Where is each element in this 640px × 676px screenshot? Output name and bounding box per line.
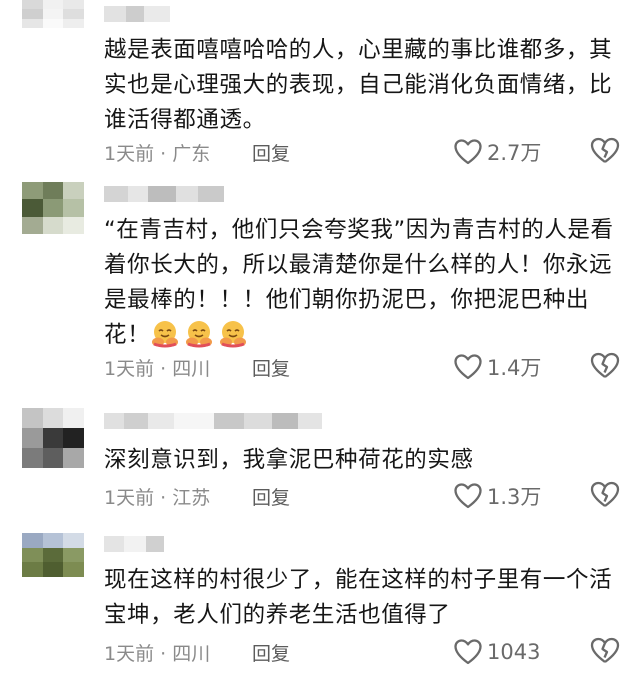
comment-time-location: 1天前 · 江苏 [104,486,211,509]
like-button[interactable]: 1.4万 [454,352,541,382]
like-count: 1.4万 [487,356,542,380]
comment-text: 现在这样的村很少了，能在这样的村子里有一个活宝坤，老人们的养老生活也值得了 [104,567,613,628]
comment-meta: 1天前 · 广东 回复 2.7万 [104,137,620,167]
comment-text: 越是表面嘻嘻哈哈的人，心里藏的事比谁都多，其实也是心理强大的表现，自己能消化负面… [104,37,613,133]
comment-text: 深刻意识到，我拿泥巴种荷花的实感 [104,447,474,473]
broken-heart-icon [590,481,620,507]
username-redacted[interactable] [104,536,164,552]
hugging-face-emoji [152,321,179,348]
heart-outline-icon [454,639,482,665]
hugging-face-emoji [186,321,213,348]
comment-meta: 1天前 · 江苏 回复 1.3万 [104,481,620,511]
reply-button[interactable]: 回复 [252,639,290,666]
broken-heart-icon [590,352,620,378]
hugging-face-emoji [220,321,247,348]
username-redacted[interactable] [104,413,322,429]
heart-outline-icon [454,483,482,509]
dislike-button[interactable] [590,352,620,385]
like-button[interactable]: 1.3万 [454,481,541,511]
like-count: 2.7万 [487,141,542,165]
dislike-button[interactable] [590,637,620,670]
comment-text: “在青吉村，他们只会夸奖我”因为青吉村的人是看着你长大的，所以最清楚你是什么样的… [104,213,614,353]
like-count: 1.3万 [487,485,542,509]
broken-heart-icon [590,137,620,163]
username-redacted[interactable] [104,186,224,202]
like-button[interactable]: 2.7万 [454,137,541,167]
comment-time-location: 1天前 · 四川 [104,642,211,665]
dislike-button[interactable] [590,137,620,170]
avatar[interactable] [22,533,84,577]
like-count: 1043 [487,640,541,664]
emoji-group [150,321,252,348]
reply-button[interactable]: 回复 [252,354,290,381]
like-button[interactable]: 1043 [454,639,540,665]
avatar[interactable] [22,182,84,234]
reply-button[interactable]: 回复 [252,139,290,166]
comment-meta: 1天前 · 四川 回复 1043 [104,637,620,667]
comment-meta: 1天前 · 四川 回复 1.4万 [104,352,620,382]
comment-time-location: 1天前 · 四川 [104,357,211,380]
dislike-button[interactable] [590,481,620,514]
username-redacted[interactable] [104,6,170,22]
reply-button[interactable]: 回复 [252,483,290,510]
heart-outline-icon [454,354,482,380]
avatar[interactable] [22,408,84,468]
broken-heart-icon [590,637,620,663]
comment-time-location: 1天前 · 广东 [104,142,211,165]
avatar[interactable] [22,0,84,28]
heart-outline-icon [454,139,482,165]
